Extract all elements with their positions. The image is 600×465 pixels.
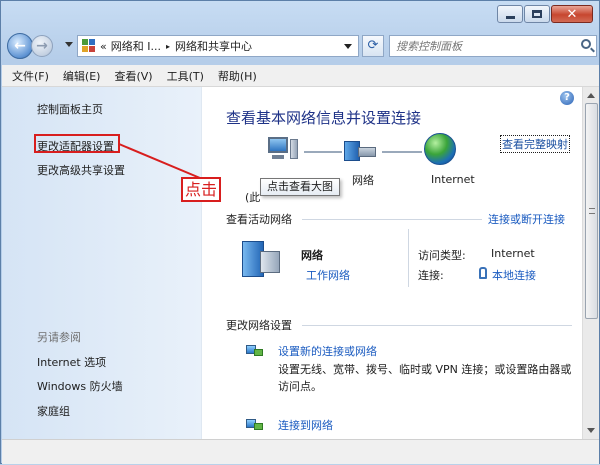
- scroll-down-icon[interactable]: [587, 428, 595, 433]
- help-icon[interactable]: ?: [560, 91, 574, 105]
- main-panel: ? 查看基本网络信息并设置连接 查看完整映射 (此 网络 Internet 点击…: [202, 87, 580, 439]
- network-icon[interactable]: [344, 137, 378, 163]
- close-button[interactable]: ✕: [551, 5, 593, 23]
- breadcrumb-item-network-internet[interactable]: 网络和 I...: [111, 38, 161, 54]
- sidebar-item-advanced-sharing[interactable]: 更改高级共享设置: [37, 162, 125, 178]
- highlight-box: [34, 134, 120, 153]
- maximize-icon: [532, 10, 542, 18]
- setup-new-connection-link[interactable]: 设置新的连接或网络: [278, 343, 377, 359]
- network-icon: [242, 237, 282, 279]
- arrow-right-icon: →: [36, 38, 48, 54]
- local-connection-link[interactable]: 本地连接: [492, 267, 536, 283]
- page-title: 查看基本网络信息并设置连接: [226, 109, 422, 127]
- caption-buttons: ✕: [497, 5, 593, 23]
- map-link-line: [304, 151, 342, 153]
- network-type-link[interactable]: 工作网络: [306, 267, 350, 283]
- see-also-title: 另请参阅: [37, 331, 81, 344]
- connect-network-icon: [246, 417, 264, 431]
- computer-icon[interactable]: [264, 135, 300, 163]
- active-networks-heading: 查看活动网络: [226, 213, 292, 226]
- connections-label: 连接:: [418, 269, 444, 282]
- access-type-label: 访问类型:: [418, 249, 466, 262]
- change-settings-heading: 更改网络设置: [226, 319, 292, 332]
- control-panel-icon: [82, 39, 96, 53]
- refresh-icon: ⟳: [367, 38, 379, 53]
- menu-help[interactable]: 帮助(H): [218, 68, 257, 84]
- window: ✕ ← → « 网络和 I... ▸ 网络和共享中心 ⟳ 文件(F) 编辑(E)…: [0, 0, 600, 464]
- address-bar[interactable]: « 网络和 I... ▸ 网络和共享中心: [77, 35, 359, 57]
- sidebar-item-windows-firewall[interactable]: Windows 防火墙: [37, 378, 123, 394]
- breadcrumb-item-sharing-center[interactable]: 网络和共享中心: [175, 38, 252, 54]
- sidebar: 控制面板主页 更改适配器设置 更改高级共享设置 另请参阅 Internet 选项…: [2, 87, 202, 439]
- annotation-label: 点击: [181, 177, 221, 202]
- breadcrumb-separator-icon[interactable]: ▸: [166, 42, 170, 51]
- forward-button[interactable]: →: [31, 35, 53, 57]
- recent-pages-dropdown[interactable]: [65, 42, 73, 47]
- navigation-bar: ← → « 网络和 I... ▸ 网络和共享中心 ⟳: [7, 33, 597, 61]
- divider: [302, 325, 572, 326]
- map-label-computer: (此: [245, 191, 261, 204]
- menu-view[interactable]: 查看(V): [114, 68, 152, 84]
- address-dropdown-icon[interactable]: [344, 44, 352, 49]
- refresh-button[interactable]: ⟳: [362, 35, 384, 57]
- ethernet-icon: [479, 267, 487, 279]
- menu-edit[interactable]: 编辑(E): [63, 68, 101, 84]
- minimize-icon: [505, 15, 515, 19]
- connect-disconnect-link[interactable]: 连接或断开连接: [488, 211, 565, 227]
- vertical-scrollbar[interactable]: [582, 87, 599, 439]
- setup-new-connection-description: 设置无线、宽带、拨号、临时或 VPN 连接；或设置路由器或访问点。: [278, 363, 572, 393]
- content-area: 控制面板主页 更改适配器设置 更改高级共享设置 另请参阅 Internet 选项…: [2, 87, 599, 439]
- close-icon: ✕: [566, 6, 578, 22]
- divider: [408, 229, 409, 287]
- menu-file[interactable]: 文件(F): [12, 68, 49, 84]
- tooltip: 点击查看大图: [260, 178, 340, 196]
- access-type-value: Internet: [491, 247, 535, 260]
- status-bar: [2, 439, 599, 464]
- search-box[interactable]: [389, 35, 597, 57]
- sidebar-item-homegroup[interactable]: 家庭组: [37, 403, 70, 419]
- new-connection-icon: [246, 343, 264, 357]
- search-input[interactable]: [390, 36, 570, 56]
- maximize-button[interactable]: [524, 5, 550, 23]
- menu-bar: 文件(F) 编辑(E) 查看(V) 工具(T) 帮助(H): [2, 65, 599, 87]
- scrollbar-thumb[interactable]: [585, 103, 598, 319]
- map-link-line: [382, 151, 422, 153]
- map-label-network: 网络: [352, 174, 374, 187]
- connect-to-network-link[interactable]: 连接到网络: [278, 417, 333, 433]
- sidebar-item-internet-options[interactable]: Internet 选项: [37, 354, 106, 370]
- network-name: 网络: [301, 249, 323, 262]
- internet-globe-icon[interactable]: [424, 133, 456, 165]
- scroll-up-icon[interactable]: [587, 93, 595, 98]
- minimize-button[interactable]: [497, 5, 523, 23]
- view-full-map-link[interactable]: 查看完整映射: [500, 135, 570, 153]
- sidebar-item-control-panel-home[interactable]: 控制面板主页: [37, 101, 103, 117]
- map-label-internet: Internet: [431, 173, 475, 186]
- network-map[interactable]: [264, 129, 464, 169]
- menu-tools[interactable]: 工具(T): [167, 68, 204, 84]
- search-icon[interactable]: [581, 39, 591, 49]
- arrow-left-icon: ←: [14, 38, 26, 54]
- back-button[interactable]: ←: [7, 33, 33, 59]
- breadcrumb-overflow[interactable]: «: [100, 40, 107, 53]
- divider: [302, 219, 482, 220]
